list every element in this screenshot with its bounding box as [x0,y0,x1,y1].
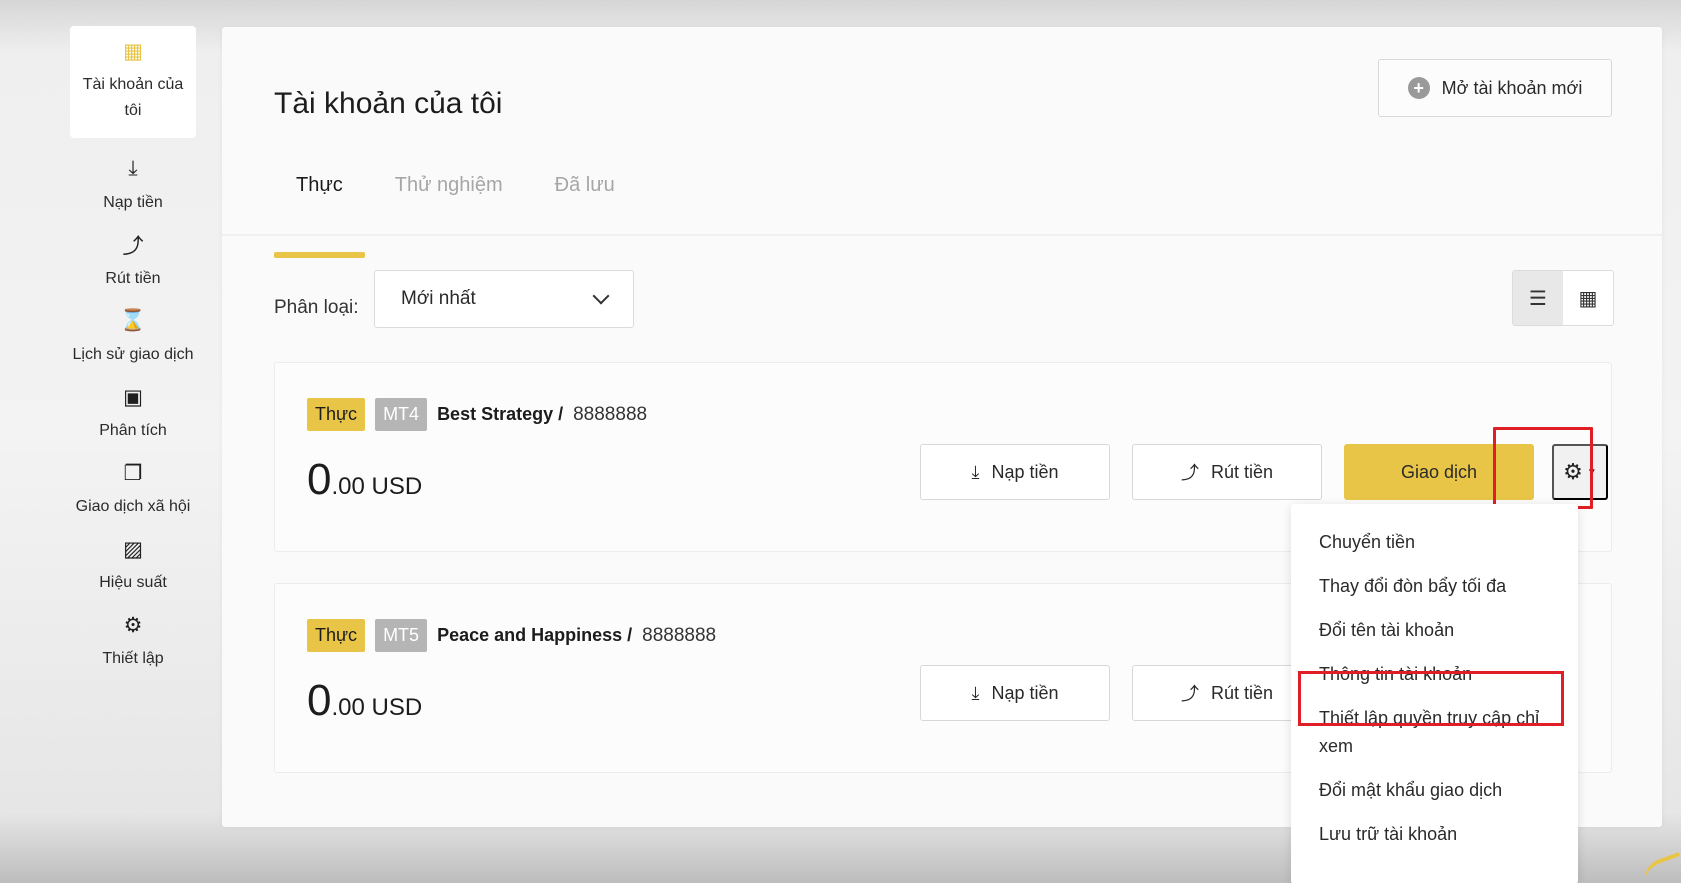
account-type-badge: Thực [307,398,366,431]
sidebar-item-my-accounts[interactable]: ▦ Tài khoản của tôi [70,26,196,138]
sidebar-item-settings[interactable]: ⚙ Thiết lập [70,612,196,672]
sidebar-item-label: Giao dịch xã hội [75,498,191,515]
platform-badge: MT5 [375,619,428,652]
upload-icon: ⤴ [1180,463,1199,483]
download-icon: ⤓ [971,682,980,703]
account-balance: 0 .00 USD [307,455,422,505]
sidebar-item-analysis[interactable]: ▣ Phân tích [70,384,196,444]
sidebar-item-label: Phân tích [99,422,167,439]
account-number: 8888888 [573,403,648,425]
sort-select[interactable]: Mới nhất [374,270,634,328]
view-toggle: ☰ ▦ [1512,270,1614,326]
menu-item-rename-account[interactable]: Đổi tên tài khoản [1291,608,1578,652]
open-new-account-label: Mở tài khoản mới [1441,77,1583,98]
list-view-icon[interactable]: ☰ [1513,271,1563,325]
sidebar-item-label: Tài khoản của tôi [82,76,184,119]
balance-decimal-currency: .00 USD [331,473,423,500]
deposit-button[interactable]: ⤓ Nạp tiền [920,665,1110,721]
tab-saved[interactable]: Đã lưu [555,165,615,262]
sidebar-item-deposit[interactable]: ⤓ Nạp tiền [70,156,196,216]
deposit-button[interactable]: ⤓ Nạp tiền [920,444,1110,500]
hourglass-icon: ⌛ [119,309,147,332]
download-icon: ⤓ [971,461,980,482]
upload-icon: ⤴ [1180,684,1199,704]
withdraw-label: Rút tiền [1210,461,1274,482]
withdraw-label: Rút tiền [1210,682,1274,703]
tabs-divider [222,234,1662,236]
deposit-label: Nạp tiền [991,682,1059,703]
upload-icon: ⤴ [122,235,144,258]
plus-circle-icon: + [1407,77,1430,99]
menu-item-change-leverage[interactable]: Thay đổi đòn bẩy tối đa [1291,564,1578,608]
filter-label: Phân loại: [274,297,359,318]
brand-logo [1641,852,1681,883]
chart-icon: ▣ [123,385,143,409]
account-header: Thực MT5 Peace and Happiness / 8888888 [307,619,716,652]
menu-item-archive-account[interactable]: Lưu trữ tài khoản [1291,812,1578,856]
account-number: 8888888 [642,624,717,646]
sidebar-item-label: Nạp tiền [103,194,163,211]
open-new-account-button[interactable]: + Mở tài khoản mới [1378,59,1612,117]
tab-real[interactable]: Thực [274,165,365,262]
balance-decimal-currency: .00 USD [331,694,423,721]
grid-view-icon[interactable]: ▦ [1563,271,1613,325]
balance-integer: 0 [307,676,332,725]
page-title: Tài khoản của tôi [274,87,503,120]
menu-highlight-box [1298,671,1564,726]
sort-select-value: Mới nhất [401,288,476,309]
platform-badge: MT4 [375,398,428,431]
gear-icon: ⚙ [123,613,143,637]
account-type-badge: Thực [307,619,366,652]
grid-icon: ▦ [123,39,143,63]
sidebar-item-label: Rút tiền [105,270,161,287]
tab-demo[interactable]: Thử nghiệm [395,165,503,262]
account-balance: 0 .00 USD [307,676,422,726]
account-name: Peace and Happiness / [437,625,633,645]
performance-icon: ▨ [123,537,143,561]
account-tabs: Thực Thử nghiệm Đã lưu [274,165,667,262]
copy-icon: ❐ [123,461,143,485]
download-icon: ⤓ [128,157,138,180]
balance-integer: 0 [307,455,332,504]
sidebar-item-social-trading[interactable]: ❐ Giao dịch xã hội [70,460,196,520]
menu-item-transfer[interactable]: Chuyển tiền [1291,520,1578,564]
sidebar-item-performance[interactable]: ▨ Hiệu suất [70,536,196,596]
gear-highlight-box [1493,427,1593,509]
sidebar-item-withdraw[interactable]: ⤴ Rút tiền [70,232,196,292]
sidebar: ▦ Tài khoản của tôi ⤓ Nạp tiền ⤴ Rút tiề… [70,26,196,688]
sidebar-item-label: Thiết lập [102,650,164,667]
sidebar-item-label: Lịch sử giao dịch [72,346,194,363]
chevron-down-icon [592,287,610,305]
menu-item-change-trading-password[interactable]: Đổi mật khẩu giao dịch [1291,768,1578,812]
withdraw-button[interactable]: ⤴ Rút tiền [1132,444,1322,500]
sidebar-item-history[interactable]: ⌛ Lịch sử giao dịch [70,308,196,368]
deposit-label: Nạp tiền [991,461,1059,482]
account-header: Thực MT4 Best Strategy / 8888888 [307,398,647,431]
account-name: Best Strategy / [437,404,564,424]
sidebar-item-label: Hiệu suất [99,574,167,591]
